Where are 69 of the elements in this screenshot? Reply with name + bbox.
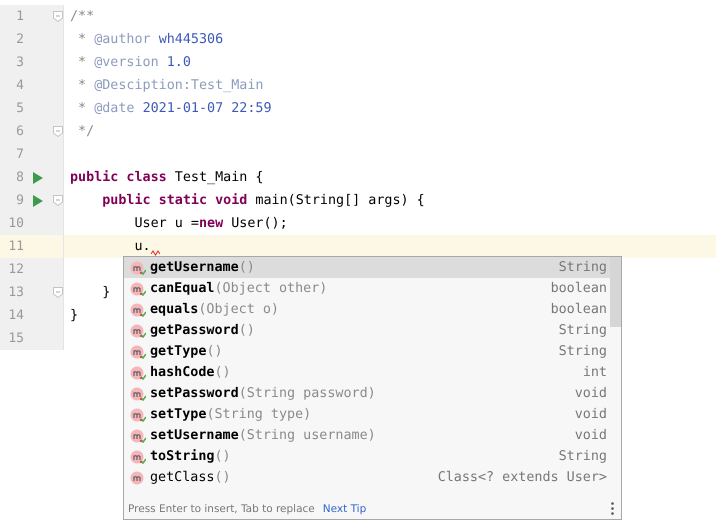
code-token: } — [70, 308, 78, 323]
line-number: 7 — [15, 147, 24, 162]
code-token: 2021-01-07 22:59 — [142, 101, 272, 116]
code-token: * — [77, 55, 88, 70]
line-number: 2 — [15, 32, 24, 47]
completion-item[interactable]: getType() String — [124, 341, 621, 362]
method-icon — [130, 408, 146, 422]
completion-item[interactable]: getPassword() String — [124, 320, 621, 341]
fold-icon[interactable] — [52, 195, 62, 206]
code-token: @date — [94, 101, 136, 116]
line-number: 1 — [15, 9, 24, 24]
completion-item[interactable]: equals(Object o) boolean — [124, 299, 621, 320]
completion-item[interactable]: canEqual(Object other) boolean — [124, 278, 621, 299]
line-number: 11 — [7, 239, 24, 254]
method-icon — [130, 302, 146, 316]
code-token: User u = — [133, 216, 199, 231]
code-token: u. — [133, 239, 151, 254]
fold-icon[interactable] — [52, 126, 62, 137]
completion-item[interactable]: setUsername(String username) void — [124, 425, 621, 446]
next-tip-link[interactable]: Next Tip — [322, 502, 366, 514]
line-number: 8 — [15, 170, 24, 185]
code-token: main(String[] args) { — [254, 193, 425, 208]
more-icon[interactable] — [611, 502, 614, 515]
code-token: Test_Main { — [174, 170, 264, 185]
fold-icon[interactable] — [52, 11, 62, 22]
completion-item[interactable]: setPassword(String password) void — [124, 383, 621, 404]
code-token: * — [77, 32, 88, 47]
code-token: public class — [70, 170, 167, 185]
code-token: @author — [94, 32, 152, 47]
method-icon — [130, 428, 146, 442]
method-icon — [130, 366, 146, 380]
line-number: 10 — [7, 216, 24, 231]
code-token: /** — [70, 9, 94, 24]
run-icon[interactable] — [33, 194, 43, 206]
fold-icon[interactable] — [52, 287, 62, 298]
line-number: 15 — [7, 331, 24, 346]
method-icon — [130, 260, 146, 274]
method-icon — [130, 282, 146, 296]
code-token: * — [77, 101, 88, 116]
code-token: @version — [94, 55, 160, 70]
code-token: User(); — [230, 216, 288, 231]
code-token: public static void — [101, 193, 248, 208]
code-token: new — [199, 216, 224, 231]
line-number: 13 — [7, 285, 24, 300]
method-icon — [130, 470, 146, 484]
code-token: wh445306 — [158, 32, 224, 47]
completion-item[interactable]: hashCode() int — [124, 362, 621, 383]
code-token: 1.0 — [166, 55, 191, 70]
method-icon — [130, 324, 146, 338]
completion-item[interactable]: toString() String — [124, 446, 621, 467]
run-icon[interactable] — [33, 172, 43, 184]
line-number: 9 — [15, 193, 24, 208]
line-number: 3 — [15, 55, 24, 70]
line-number: 12 — [7, 262, 24, 277]
code-token: * — [77, 78, 88, 93]
line-number: 4 — [15, 78, 24, 93]
method-icon — [130, 386, 146, 400]
completion-item[interactable]: setType(String type) void — [124, 404, 621, 425]
code-token: } — [101, 285, 110, 300]
scrollbar-thumb[interactable] — [610, 257, 621, 327]
method-icon — [130, 450, 146, 464]
code-token: */ — [77, 124, 94, 139]
completion-item[interactable]: getClass() Class<? extends User> — [124, 467, 621, 488]
method-icon — [130, 344, 146, 358]
line-number: 5 — [15, 101, 24, 116]
hint-text: Press Enter to insert, Tab to replace — [128, 502, 315, 514]
code-token: @Desciption:Test_Main — [94, 78, 264, 93]
line-number: 14 — [7, 308, 24, 323]
line-number: 6 — [15, 124, 24, 139]
